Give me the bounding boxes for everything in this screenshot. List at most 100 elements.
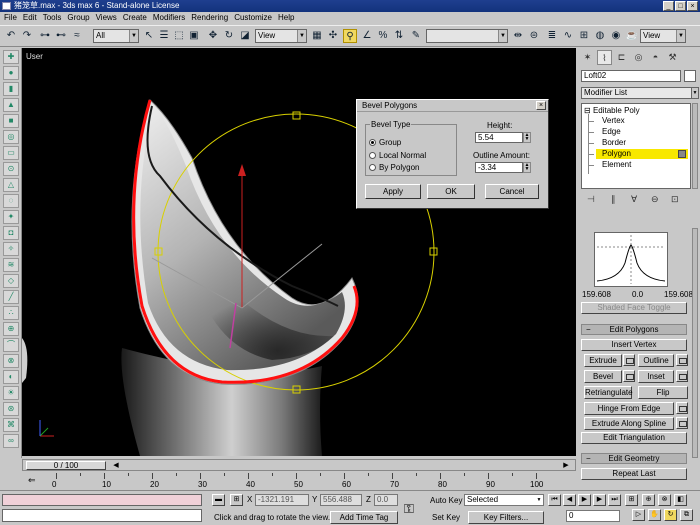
dialog-title[interactable]: Bevel Polygons <box>357 100 548 112</box>
maxscript-output-field[interactable] <box>2 509 202 522</box>
minimize-button[interactable]: _ <box>663 1 674 11</box>
retriangulate-button[interactable]: Retriangulate <box>584 386 633 399</box>
edit-triangulation-button[interactable]: Edit Triangulation <box>581 432 687 444</box>
create-tab-icon[interactable]: ✶ <box>580 50 595 65</box>
tool-render-icon[interactable]: ☀ <box>3 386 19 400</box>
make-unique-icon[interactable]: ∀ <box>631 194 637 205</box>
set-key-icon[interactable]: ⚿ <box>404 501 414 517</box>
display-tab-icon[interactable]: ◓ <box>648 50 663 65</box>
field-of-view-icon[interactable]: ▷ <box>632 509 645 521</box>
set-key-button[interactable]: Set Key <box>432 512 460 524</box>
time-slider[interactable]: 0 / 100 ◀ ▶ <box>22 459 576 471</box>
key-filters-button[interactable]: Key Filters... <box>468 511 544 524</box>
tool-tube-icon[interactable]: ⊙ <box>3 162 19 176</box>
menu-group[interactable]: Group <box>67 12 89 24</box>
outline-settings-button[interactable] <box>676 354 688 366</box>
flip-button[interactable]: Flip <box>638 386 688 399</box>
select-object-icon[interactable]: ↖ <box>142 29 156 43</box>
tool-helper-icon[interactable]: ✧ <box>3 242 19 256</box>
previous-frame-icon[interactable]: ◀ <box>563 494 576 506</box>
object-name-field[interactable]: Loft02 <box>581 70 681 82</box>
menu-edit[interactable]: Edit <box>23 12 37 24</box>
render-scene-icon[interactable]: ◉ <box>609 29 623 43</box>
angle-snap-icon[interactable]: ∠ <box>360 29 374 43</box>
viewport-label[interactable]: User <box>26 52 43 61</box>
height-spinner[interactable]: 5.54 ▲ ▼ <box>475 132 531 143</box>
show-end-result-icon[interactable]: ∥ <box>611 194 616 205</box>
tool-material-icon[interactable]: ◐ <box>3 370 19 384</box>
selection-filter-dropdown[interactable]: All ▼ <box>93 29 139 43</box>
quick-render-icon[interactable]: ☕ <box>625 29 639 43</box>
pan-icon[interactable]: ✋ <box>648 509 661 521</box>
option-local-normal-radio[interactable]: Local Normal <box>369 151 426 160</box>
menu-help[interactable]: Help <box>278 12 294 24</box>
menu-views[interactable]: Views <box>96 12 117 24</box>
stack-item-element[interactable]: Element <box>602 160 688 170</box>
y-coordinate-field[interactable]: 556.488 <box>320 494 362 506</box>
unlink-icon[interactable]: ⊷ <box>54 29 68 43</box>
extrude-spline-settings-button[interactable] <box>676 417 688 429</box>
menu-create[interactable]: Create <box>123 12 147 24</box>
go-to-start-icon[interactable]: ⏮ <box>548 494 561 506</box>
tool-box-icon[interactable]: ■ <box>3 114 19 128</box>
option-group-radio[interactable]: Group <box>369 138 401 147</box>
select-scale-icon[interactable]: ◪ <box>238 29 252 43</box>
tool-pyramid-icon[interactable]: △ <box>3 178 19 192</box>
selected-dropdown[interactable]: Selected ▼ <box>464 494 544 506</box>
stack-item-border[interactable]: Border <box>602 138 688 148</box>
menu-modifiers[interactable]: Modifiers <box>153 12 185 24</box>
menu-file[interactable]: File <box>4 12 17 24</box>
close-button[interactable]: × <box>687 1 698 11</box>
command-panel-scrollbar[interactable] <box>692 228 698 458</box>
shaded-face-toggle-button[interactable]: Shaded Face Toggle <box>581 302 687 314</box>
play-icon[interactable]: ▶ <box>578 494 591 506</box>
tool-camera-icon[interactable]: ◘ <box>3 226 19 240</box>
window-crossing-icon[interactable]: ▣ <box>187 29 201 43</box>
zoom-icon[interactable]: ⊕ <box>642 494 655 506</box>
menu-tools[interactable]: Tools <box>43 12 62 24</box>
auto-key-button[interactable]: Auto Key <box>430 495 462 507</box>
select-by-name-icon[interactable]: ☰ <box>157 29 171 43</box>
stack-item-editable-poly[interactable]: ⊟ Editable Poly <box>584 106 688 116</box>
tool-dynamics-icon[interactable]: ∞ <box>3 434 19 448</box>
inset-settings-button[interactable] <box>676 370 688 382</box>
extrude-button[interactable]: Extrude <box>584 354 622 367</box>
time-slider-thumb[interactable]: 0 / 100 <box>26 461 106 470</box>
outline-button[interactable]: Outline <box>638 354 674 367</box>
menu-customize[interactable]: Customize <box>234 12 272 24</box>
extrude-along-spline-button[interactable]: Extrude Along Spline <box>584 417 674 430</box>
motion-tab-icon[interactable]: ◎ <box>631 50 646 65</box>
bevel-button[interactable]: Bevel <box>584 370 622 383</box>
snap-toggle-icon[interactable]: ⚲ <box>343 29 357 43</box>
select-rotate-icon[interactable]: ↻ <box>222 29 236 43</box>
named-selection-icon[interactable]: ✎ <box>409 29 423 43</box>
hinge-settings-button[interactable] <box>676 402 688 414</box>
cancel-button[interactable]: Cancel <box>485 184 539 199</box>
object-color-swatch[interactable] <box>684 70 696 82</box>
align-icon[interactable]: ⊜ <box>527 29 541 43</box>
modify-tab-icon[interactable]: ⌇ <box>597 50 612 65</box>
mirror-icon[interactable]: ⇹ <box>511 29 525 43</box>
percent-snap-icon[interactable]: % <box>376 29 390 43</box>
layer-manager-icon[interactable]: ≣ <box>545 29 559 43</box>
tool-plane-icon[interactable]: ▭ <box>3 146 19 160</box>
material-editor-icon[interactable]: ◍ <box>593 29 607 43</box>
maximize-viewport-icon[interactable]: ⧉ <box>680 509 693 521</box>
tool-compound-icon[interactable]: ⊕ <box>3 322 19 336</box>
rectangular-selection-icon[interactable]: ⬚ <box>172 29 186 43</box>
maximize-button[interactable]: □ <box>675 1 686 11</box>
link-icon[interactable]: ⊶ <box>38 29 52 43</box>
ok-button[interactable]: OK <box>427 184 475 199</box>
tool-cylinder-icon[interactable]: ▮ <box>3 82 19 96</box>
tool-create-icon[interactable]: ✚ <box>3 50 19 64</box>
extrude-settings-button[interactable] <box>623 354 635 366</box>
stack-item-edge[interactable]: Edge <box>602 127 688 137</box>
tool-shape-icon[interactable]: ◇ <box>3 274 19 288</box>
go-to-end-icon[interactable]: ⏭ <box>608 494 621 506</box>
tool-loft-icon[interactable]: ⌒ <box>3 338 19 352</box>
tool-torus-icon[interactable]: ◎ <box>3 130 19 144</box>
current-frame-field[interactable]: 0 <box>566 510 620 522</box>
render-type-dropdown[interactable]: View ▼ <box>640 29 686 43</box>
schematic-view-icon[interactable]: ⊞ <box>577 29 591 43</box>
curve-editor-icon[interactable]: ∿ <box>561 29 575 43</box>
